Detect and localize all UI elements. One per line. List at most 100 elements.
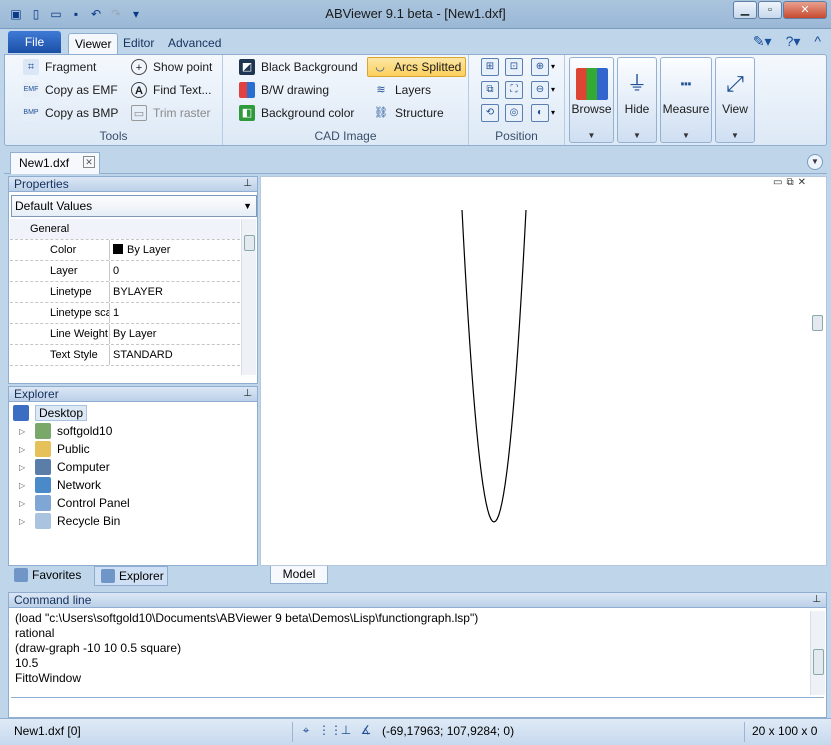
tree-item[interactable]: ▷ Public xyxy=(19,440,90,458)
view-3d-arrow-icon[interactable]: ▾ xyxy=(551,108,555,117)
hide-button[interactable]: ⏚ Hide ▼ xyxy=(617,57,657,143)
orbit-icon[interactable]: ◎ xyxy=(505,104,523,122)
category-general[interactable]: − General xyxy=(10,219,240,240)
prop-row[interactable]: Linetype sca 1 xyxy=(10,303,240,324)
prop-row[interactable]: Color By Layer xyxy=(10,240,240,261)
pin-icon[interactable]: ⊥ xyxy=(243,387,252,401)
tree-item[interactable]: ▷ softgold10 xyxy=(19,422,112,440)
status-coordinates: (-69,17963; 107,9284; 0) xyxy=(382,724,515,738)
chevron-down-icon: ▼ xyxy=(243,201,252,211)
grid-icon[interactable]: ⋮⋮ xyxy=(318,722,342,738)
polar-icon[interactable]: ∡ xyxy=(358,722,374,738)
fragment-button[interactable]: ⌗ Fragment xyxy=(23,57,96,77)
tab-model[interactable]: Model xyxy=(270,566,328,584)
tab-editor[interactable]: Editor xyxy=(117,33,160,54)
zoom-window-icon[interactable]: ⊡ xyxy=(505,58,523,76)
measure-button[interactable]: ┅ Measure ▼ xyxy=(660,57,712,143)
black-background-icon: ◩ xyxy=(239,59,255,75)
style-icon[interactable]: ✎▾ xyxy=(753,33,772,50)
drawing-canvas[interactable]: ▭ ⧉ ✕ xyxy=(260,176,827,566)
command-history-line: rational xyxy=(15,626,55,640)
prop-row[interactable]: Layer 0 xyxy=(10,261,240,282)
view-arrow-icon: ▼ xyxy=(731,131,739,140)
tree-item[interactable]: ▷ Recycle Bin xyxy=(19,512,120,530)
layers-button[interactable]: ≋ Layers xyxy=(373,80,431,100)
tab-advanced[interactable]: Advanced xyxy=(162,33,227,54)
close-tab-icon[interactable]: ✕ xyxy=(83,156,95,168)
prop-key: Text Style xyxy=(10,345,110,365)
view-3d-icon[interactable]: ◐ xyxy=(531,104,549,122)
show-point-button[interactable]: + Show point xyxy=(131,57,212,77)
scroll-thumb[interactable] xyxy=(244,235,255,251)
copy-bmp-button[interactable]: BMP Copy as BMP xyxy=(23,103,118,123)
tree-item[interactable]: ▷ Computer xyxy=(19,458,110,476)
minimize-button[interactable]: ▁ xyxy=(733,1,757,19)
properties-scrollbar[interactable] xyxy=(241,219,256,375)
magnet-icon[interactable]: ⌖ xyxy=(298,722,314,738)
explorer-tab-label: Explorer xyxy=(119,569,164,583)
ribbon-minimize-icon[interactable]: ^ xyxy=(814,33,821,50)
command-input[interactable] xyxy=(11,697,824,715)
tab-new1-dxf[interactable]: New1.dxf ✕ xyxy=(10,152,100,174)
structure-button[interactable]: ⛓ Structure xyxy=(373,103,444,123)
trim-raster-button[interactable]: ▭ Trim raster xyxy=(131,103,211,123)
tree-item[interactable]: ▷ Network xyxy=(19,476,101,494)
black-background-button[interactable]: ◩ Black Background xyxy=(239,57,358,77)
prop-row[interactable]: Linetype BYLAYER xyxy=(10,282,240,303)
command-scrollbar[interactable] xyxy=(810,611,825,695)
tab-favorites[interactable]: Favorites xyxy=(8,566,94,586)
zoom-extents-icon[interactable]: ⛶ xyxy=(505,81,523,99)
bw-drawing-button[interactable]: B/W drawing xyxy=(239,80,329,100)
fit-icon[interactable]: ⧉ xyxy=(481,81,499,99)
browse-button[interactable]: Browse ▼ xyxy=(569,57,614,143)
expand-icon[interactable]: ▷ xyxy=(19,481,29,490)
find-text-button[interactable]: A Find Text... xyxy=(131,80,211,100)
maximize-button[interactable]: ▫ xyxy=(758,1,782,19)
tree-item-desktop[interactable]: Desktop xyxy=(13,404,88,422)
zoom-out-icon[interactable]: ⊖ xyxy=(531,81,549,99)
properties-title: Properties xyxy=(14,177,69,191)
layers-label: Layers xyxy=(395,83,432,97)
pin-icon[interactable]: ⊥ xyxy=(243,177,252,191)
rotate-3d-icon[interactable]: ⟲ xyxy=(481,104,499,122)
position-group-label: Position xyxy=(495,129,538,143)
expand-icon[interactable]: ▷ xyxy=(19,445,29,454)
ortho-icon[interactable]: ⊥ xyxy=(338,722,354,738)
prop-row[interactable]: Line Weight By Layer xyxy=(10,324,240,345)
close-button[interactable]: ✕ xyxy=(783,1,827,19)
prop-key: Linetype sca xyxy=(10,303,110,323)
zoom-out-arrow-icon[interactable]: ▾ xyxy=(551,85,555,94)
help-icon[interactable]: ?▾ xyxy=(786,33,801,50)
zoom-in-icon[interactable]: ⊕ xyxy=(531,58,549,76)
command-line-title: Command line xyxy=(14,593,92,607)
tree-label: Control Panel xyxy=(57,496,130,510)
function-graph-curve xyxy=(461,209,527,523)
zoom-in-arrow-icon[interactable]: ▾ xyxy=(551,62,555,71)
expand-icon[interactable]: ▷ xyxy=(19,427,29,436)
status-file: New1.dxf [0] xyxy=(14,724,81,738)
default-values-combo[interactable]: Default Values ▼ xyxy=(11,195,257,217)
arcs-splitted-button[interactable]: ◡ Arcs Splitted xyxy=(367,57,467,77)
view-button[interactable]: ⤢ View ▼ xyxy=(715,57,755,143)
pan-icon[interactable]: ⊞ xyxy=(481,58,499,76)
prop-row[interactable]: Text Style STANDARD xyxy=(10,345,240,366)
bw-drawing-icon xyxy=(239,82,255,98)
tree-item[interactable]: ▷ Control Panel xyxy=(19,494,130,512)
canvas-scrollbar[interactable] xyxy=(810,177,825,565)
expand-icon[interactable]: ▷ xyxy=(19,517,29,526)
document-tabs: New1.dxf ✕ ▼ xyxy=(4,150,827,174)
tab-explorer[interactable]: Explorer xyxy=(94,566,168,586)
command-scroll-thumb[interactable] xyxy=(813,649,824,675)
tools-group-label: Tools xyxy=(99,129,128,143)
explorer-panel: Explorer ⊥ Desktop ▷ softgold10 ▷ Public… xyxy=(8,386,258,566)
tab-list-icon[interactable]: ▼ xyxy=(807,154,823,170)
expand-icon[interactable]: ▷ xyxy=(19,463,29,472)
tab-viewer[interactable]: Viewer xyxy=(68,33,119,54)
background-color-button[interactable]: ◧ Background color xyxy=(239,103,354,123)
pin-icon[interactable]: ⊥ xyxy=(812,593,821,607)
canvas-scroll-thumb[interactable] xyxy=(812,315,823,331)
copy-emf-button[interactable]: EMF Copy as EMF xyxy=(23,80,118,100)
file-menu-button[interactable]: File xyxy=(8,31,61,53)
computer-icon xyxy=(35,459,51,475)
expand-icon[interactable]: ▷ xyxy=(19,499,29,508)
